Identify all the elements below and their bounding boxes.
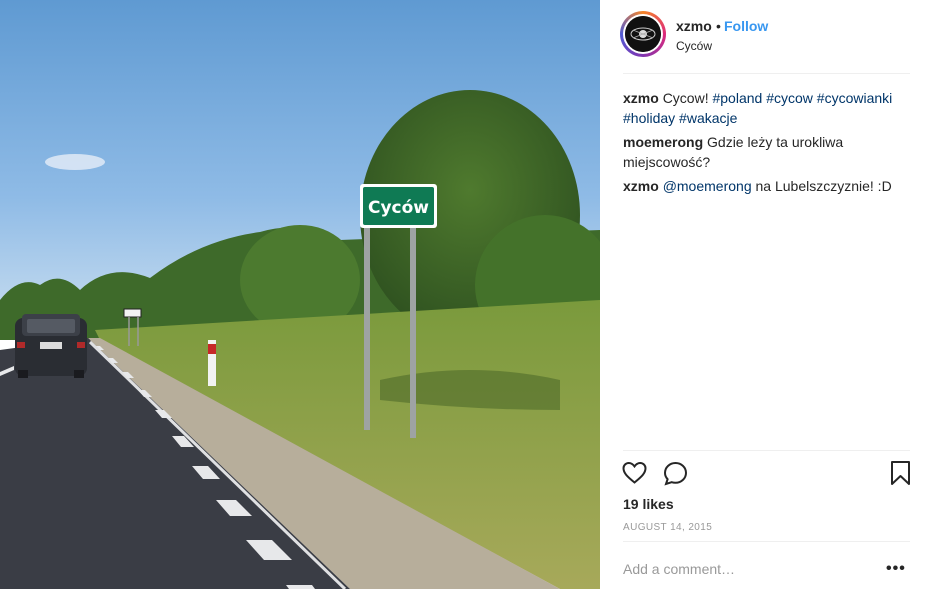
comment-item: moemerong Gdzie leży ta urokliwa miejsco… [623, 132, 913, 172]
mention-link[interactable]: @moemerong [663, 178, 752, 194]
hashtag-link[interactable]: #holiday [623, 110, 675, 126]
photo-scene: Cyców [0, 0, 600, 589]
add-comment-divider [623, 541, 910, 542]
add-comment-input[interactable] [623, 558, 873, 580]
header-username[interactable]: xzmo [676, 18, 712, 34]
heart-icon [622, 461, 647, 484]
car [15, 314, 87, 378]
hashtag-link[interactable]: #cycowianki [817, 90, 892, 106]
hashtag-link[interactable]: #wakacje [679, 110, 737, 126]
hashtag-link[interactable]: #poland [712, 90, 762, 106]
likes-count[interactable]: 19 likes [623, 496, 674, 512]
location-link[interactable]: Cyców [676, 39, 712, 53]
avatar-image [625, 16, 661, 52]
hashtag-link[interactable]: #cycow [766, 90, 813, 106]
post-header: xzmo • Follow Cyców [600, 0, 925, 73]
comment-text: Cycow! [662, 90, 713, 106]
post-photo[interactable]: Cyców [0, 0, 600, 589]
post-panel: xzmo • Follow Cyców xzmo Cycow! #poland … [600, 0, 925, 589]
more-options-icon[interactable]: ••• [886, 560, 906, 578]
town-sign: Cyców [360, 184, 437, 228]
comment-button[interactable] [663, 461, 688, 491]
town-sign-text: Cyców [368, 198, 429, 218]
bookmark-icon [891, 461, 910, 485]
avatar[interactable] [620, 11, 666, 57]
comment-item: xzmo @moemerong na Lubelszczyznie! :D [623, 176, 913, 196]
comment-username[interactable]: xzmo [623, 178, 659, 194]
like-button[interactable] [622, 461, 647, 490]
actions-divider [623, 450, 910, 451]
save-button[interactable] [890, 460, 911, 491]
post-date: AUGUST 14, 2015 [623, 522, 713, 533]
header-divider [623, 73, 910, 74]
comment-text: na Lubelszczyznie! :D [751, 178, 892, 194]
follow-button[interactable]: Follow [724, 18, 768, 34]
comment-item: xzmo Cycow! #poland #cycow #cycowianki #… [623, 88, 913, 128]
speech-bubble-icon [663, 461, 688, 486]
separator-dot: • [716, 18, 721, 34]
comment-username[interactable]: moemerong [623, 134, 703, 150]
comments-list: xzmo Cycow! #poland #cycow #cycowianki #… [623, 88, 913, 200]
comment-username[interactable]: xzmo [623, 90, 659, 106]
